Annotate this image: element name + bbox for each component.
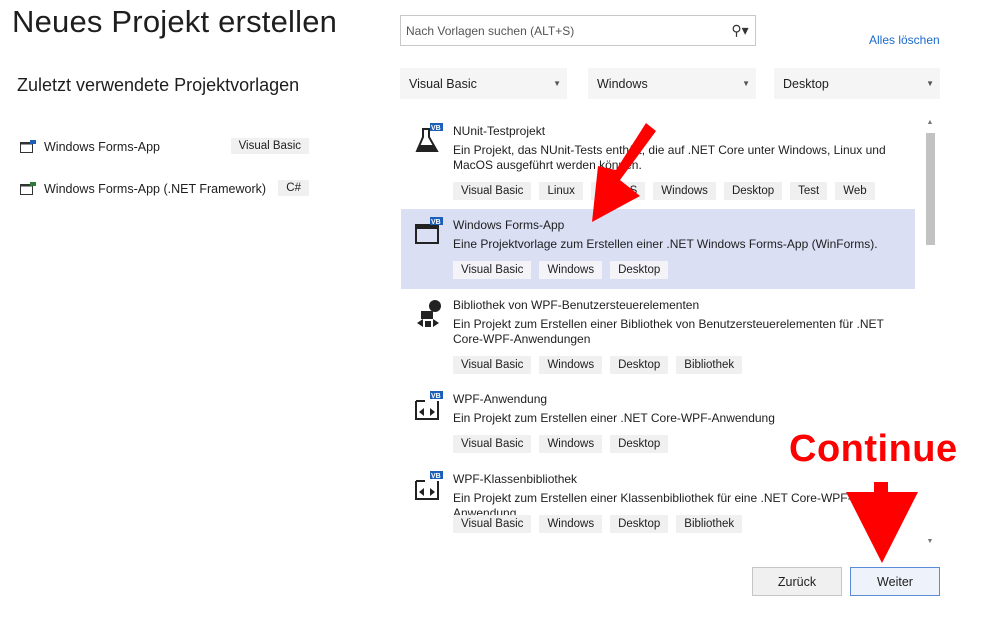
clear-all-link[interactable]: Alles löschen xyxy=(869,33,940,47)
window-vb-icon: VB xyxy=(415,217,443,244)
language-filter[interactable]: Visual Basic ▼ xyxy=(400,68,567,99)
tag: Windows xyxy=(653,182,716,200)
tag: Windows xyxy=(539,515,603,533)
svg-text:VB: VB xyxy=(431,125,441,132)
tag: Windows xyxy=(539,261,603,279)
svg-text:VB: VB xyxy=(431,219,441,226)
svg-text:VB: VB xyxy=(431,393,441,400)
language-badge: C# xyxy=(278,180,309,196)
tag: Windows xyxy=(539,435,603,453)
scroll-thumb[interactable] xyxy=(926,133,935,245)
tag: Desktop xyxy=(610,356,669,374)
tag: Desktop xyxy=(610,515,669,533)
window-icon xyxy=(20,182,36,195)
wpf-controls-icon xyxy=(417,300,441,327)
template-description: Ein Projekt zum Erstellen einer .NET Cor… xyxy=(453,411,775,425)
template-tags: Visual Basic Linux macOS Windows Desktop… xyxy=(453,182,875,200)
template-tags: Visual Basic Windows Desktop xyxy=(453,261,669,279)
template-description: Eine Projektvorlage zum Erstellen einer … xyxy=(453,237,878,251)
window-icon xyxy=(20,140,36,153)
tag: Visual Basic xyxy=(453,515,532,533)
wpf-app-vb-icon: VB xyxy=(415,391,443,420)
search-icon[interactable]: ⚲▾ xyxy=(725,16,755,45)
tag: Desktop xyxy=(610,261,669,279)
project-type-filter-value: Desktop xyxy=(783,76,829,91)
recent-item-label: Windows Forms-App (.NET Framework) xyxy=(44,182,267,196)
template-wpf-class-library[interactable]: VB WPF-Klassenbibliothek Ein Projekt zum… xyxy=(401,463,915,535)
template-title: NUnit-Testprojekt xyxy=(453,124,546,138)
recent-item-label: Windows Forms-App xyxy=(44,140,160,154)
chevron-down-icon: ▼ xyxy=(742,79,750,88)
tag: Visual Basic xyxy=(453,261,532,279)
template-description: Ein Projekt, das NUnit-Tests enthält, di… xyxy=(453,143,886,172)
tag: Windows xyxy=(539,356,603,374)
next-button[interactable]: Weiter xyxy=(850,567,940,596)
tag: macOS xyxy=(590,182,646,200)
page-title: Neues Projekt erstellen xyxy=(12,4,338,39)
recent-templates-heading: Zuletzt verwendete Projektvorlagen xyxy=(17,75,300,95)
template-title: WPF-Anwendung xyxy=(453,392,548,406)
tag: Desktop xyxy=(723,182,783,200)
annotation-label: Continue xyxy=(789,428,958,470)
template-tags: Visual Basic Windows Desktop Bibliothek xyxy=(453,356,743,374)
flask-vb-icon: VB xyxy=(415,123,443,152)
scroll-down-icon[interactable]: ▼ xyxy=(925,538,935,545)
template-search: ⚲▾ xyxy=(400,15,756,46)
tag: Bibliothek xyxy=(676,515,743,533)
template-list-scrollbar[interactable]: ▲ ▼ xyxy=(923,115,937,549)
tag: Bibliothek xyxy=(676,356,743,374)
chevron-down-icon: ▼ xyxy=(553,79,561,88)
language-badge: Visual Basic xyxy=(230,138,309,154)
recent-item-windows-forms-netfx[interactable]: Windows Forms-App (.NET Framework) C# xyxy=(20,168,315,210)
language-filter-value: Visual Basic xyxy=(409,76,477,91)
template-tags: Visual Basic Windows Desktop xyxy=(453,435,669,453)
template-windows-forms-app[interactable]: VB Windows Forms-App Eine Projektvorlage… xyxy=(401,209,915,289)
tag: Visual Basic xyxy=(453,182,532,200)
template-nunit[interactable]: VB NUnit-Testprojekt Ein Projekt, das NU… xyxy=(401,115,915,209)
template-list: VB NUnit-Testprojekt Ein Projekt, das NU… xyxy=(401,115,915,535)
back-button[interactable]: Zurück xyxy=(752,567,842,596)
tag: Test xyxy=(790,182,828,200)
platform-filter-value: Windows xyxy=(597,76,648,91)
tag: Visual Basic xyxy=(453,435,532,453)
recent-templates-list: Windows Forms-App Visual Basic Windows F… xyxy=(20,126,315,210)
tag: Visual Basic xyxy=(453,356,532,374)
template-tags: Visual Basic Windows Desktop Bibliothek xyxy=(453,515,743,533)
wpf-library-vb-icon: VB xyxy=(415,471,443,500)
platform-filter[interactable]: Windows ▼ xyxy=(588,68,756,99)
tag: Web xyxy=(835,182,875,200)
template-title: WPF-Klassenbibliothek xyxy=(453,472,578,486)
template-title: Bibliothek von WPF-Benutzersteuerelement… xyxy=(453,298,700,312)
svg-text:VB: VB xyxy=(431,473,441,480)
project-type-filter[interactable]: Desktop ▼ xyxy=(774,68,940,99)
template-description: Ein Projekt zum Erstellen einer Biblioth… xyxy=(453,317,884,346)
chevron-down-icon: ▼ xyxy=(926,79,934,88)
template-title: Windows Forms-App xyxy=(453,218,565,232)
search-input[interactable] xyxy=(401,16,725,45)
recent-item-windows-forms-vb[interactable]: Windows Forms-App Visual Basic xyxy=(20,126,315,168)
scroll-up-icon[interactable]: ▲ xyxy=(925,119,935,126)
tag: Desktop xyxy=(610,435,669,453)
tag: Linux xyxy=(539,182,583,200)
template-wpf-control-library[interactable]: Bibliothek von WPF-Benutzersteuerelement… xyxy=(401,289,915,383)
